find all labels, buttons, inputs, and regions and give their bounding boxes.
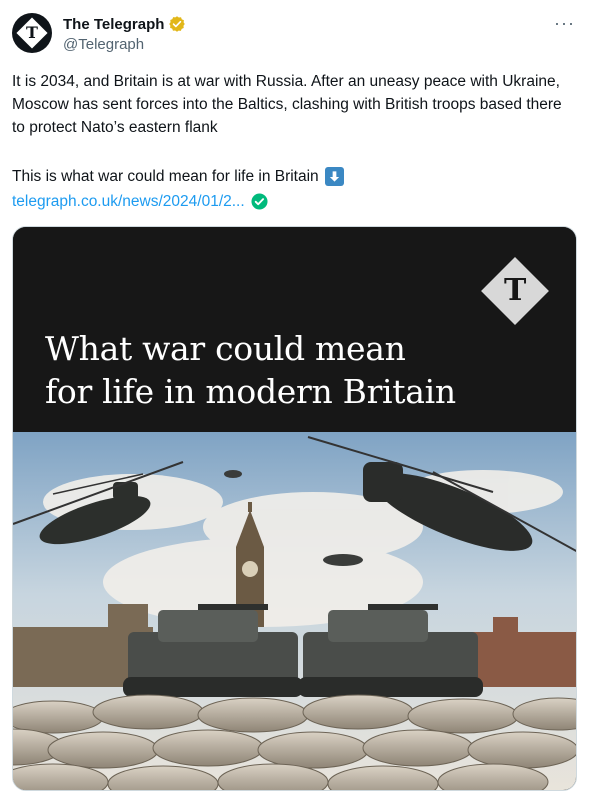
green-check-icon (251, 193, 268, 210)
telegraph-avatar[interactable]: T (12, 13, 52, 53)
author-handle[interactable]: @Telegraph (63, 36, 144, 53)
more-options-icon[interactable]: ··· (554, 14, 575, 32)
headline-banner: T What war could mean for life in modern… (13, 227, 576, 432)
image-headline: What war could mean for life in modern B… (45, 327, 545, 413)
tweet-body-paragraph-1: It is 2034, and Britain is at war with R… (12, 73, 562, 136)
tweet-link-row: telegraph.co.uk/news/2024/01/2... (12, 190, 268, 213)
headline-line-1: What war could mean (45, 329, 406, 368)
tweet-body-line-2: This is what war could mean for life in … (12, 165, 577, 188)
headline-line-2: for life in modern Britain (45, 372, 456, 411)
author-name-row: The Telegraph (63, 15, 186, 33)
tweet-body-paragraph-2: This is what war could mean for life in … (12, 168, 319, 185)
war-scene-illustration (13, 432, 576, 790)
down-arrow-emoji-icon (324, 167, 344, 186)
article-card-image[interactable]: T What war could mean for life in modern… (12, 226, 577, 791)
avatar-logo-letter: T (26, 23, 38, 42)
author-display-name[interactable]: The Telegraph (63, 16, 164, 33)
gold-verified-badge-icon (169, 16, 186, 32)
banner-logo-letter: T (503, 272, 527, 308)
telegraph-logo-icon: T (16, 17, 48, 49)
telegraph-diamond-logo-icon: T (481, 257, 549, 325)
sandbag-wall (13, 694, 576, 790)
article-link[interactable]: telegraph.co.uk/news/2024/01/2... (12, 190, 245, 213)
